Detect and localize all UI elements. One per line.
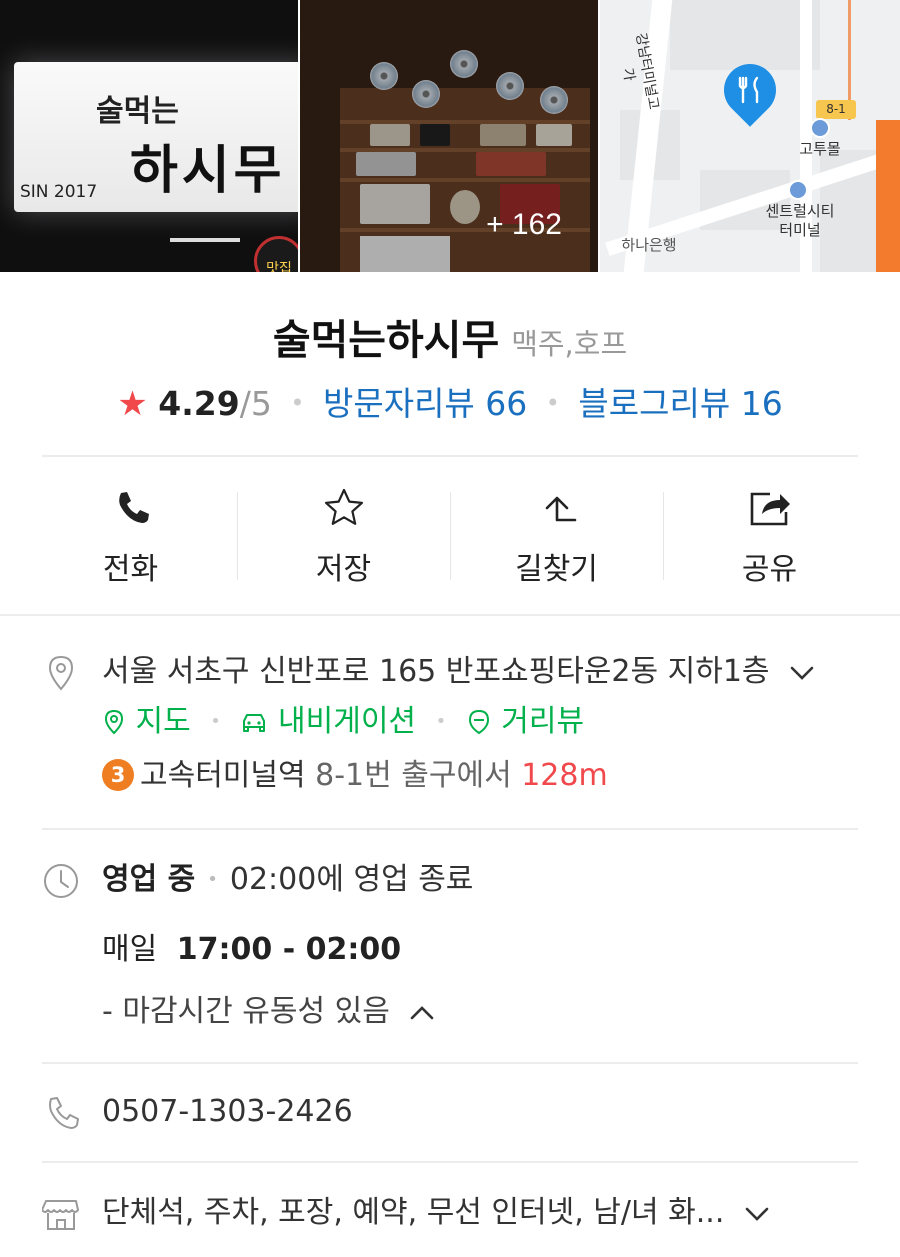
map-pin-small-icon (104, 709, 124, 735)
storefront-photo[interactable]: 술먹는 하시무 SIN 2017 맛집 (0, 0, 298, 272)
interior-photo[interactable]: + 162 (300, 0, 598, 272)
rating-score: 4.29 (158, 384, 240, 423)
map-mall-label: 고투몰 (799, 140, 841, 158)
street-view-link-label: 거리뷰 (501, 704, 585, 739)
map-terminal-label: 센트럴시티 터미널 (765, 202, 835, 239)
divider (0, 614, 900, 616)
map-exit-label: 8-1 (816, 100, 856, 119)
hours-section: 영업 중 • 02:00에 영업 종료 매일 17:00 - 02:00 - 마감시… (42, 860, 858, 1040)
sign-board: 술먹는 하시무 SIN 2017 (14, 62, 298, 212)
clock-icon (44, 864, 78, 898)
address-line[interactable]: 서울 서초구 신반포로 165 반포쇼핑타운2동 지하1층 (102, 652, 858, 692)
map-link[interactable]: 지도 (102, 704, 200, 739)
hours-note: - 마감시간 유동성 있음 (102, 994, 390, 1029)
divider (42, 1161, 858, 1163)
map-thumbnail[interactable]: 강남터미널고가 8-1 고투몰 센트럴시티 터미널 하나은행 (600, 0, 900, 272)
map-links-line: 지도 • 내비게이션 • 거리뷰 (102, 702, 858, 742)
save-button[interactable]: 저장 (237, 458, 450, 614)
visitor-reviews-link[interactable]: 방문자리뷰 66 (323, 384, 527, 423)
place-name: 술먹는하시무 (272, 316, 500, 364)
phone-outline-icon (49, 1097, 79, 1129)
chevron-up-icon[interactable] (409, 1004, 435, 1022)
hours-schedule-line: 매일 17:00 - 02:00 (102, 930, 858, 970)
navigation-link-label: 내비게이션 (278, 704, 417, 739)
mall-icon (810, 118, 830, 138)
sign-year-text: SIN 2017 (20, 182, 98, 202)
place-category: 맥주,호프 (511, 327, 628, 361)
call-label: 전화 (102, 552, 159, 587)
rating-max: /5 (239, 384, 272, 423)
share-label: 공유 (741, 552, 798, 587)
map-link-label: 지도 (135, 704, 191, 739)
photo-strip: 술먹는 하시무 SIN 2017 맛집 + 162 강남터미널고가 8-1 고투… (0, 0, 900, 272)
separator-dot: • (210, 711, 221, 732)
subway-exit: 8-1번 출구에서 (305, 758, 522, 793)
sign-badge: 맛집 (254, 236, 298, 272)
subway-distance: 128m (521, 758, 608, 793)
amenities-section[interactable]: 단체석, 주차, 포장, 예약, 무선 인터넷, 남/녀 화... (42, 1193, 858, 1237)
more-photos-count[interactable]: + 162 (486, 208, 562, 242)
rating-star-icon: ★ (117, 384, 148, 424)
call-button[interactable]: 전화 (24, 458, 237, 614)
address-section: 서울 서초구 신반포로 165 반포쇼핑타운2동 지하1층 지도 • 내비게이션 (42, 652, 858, 802)
blog-reviews-link[interactable]: 블로그리뷰 16 (578, 384, 782, 423)
chevron-down-icon[interactable] (744, 1205, 770, 1223)
title-row: 술먹는하시무 맥주,호프 (0, 306, 900, 366)
directions-icon (545, 496, 576, 522)
separator-dot: • (545, 389, 560, 417)
ceiling-light (170, 238, 240, 242)
share-icon (750, 492, 790, 526)
terminal-icon (788, 180, 808, 200)
amenities-line[interactable]: 단체석, 주차, 포장, 예약, 무선 인터넷, 남/녀 화... (102, 1193, 858, 1233)
sign-main-text: 하시무 (130, 140, 286, 201)
map-bank-label: 하나은행 (621, 236, 677, 254)
amenities-text: 단체석, 주차, 포장, 예약, 무선 인터넷, 남/녀 화... (102, 1195, 725, 1230)
subway-line-info: 3 고속터미널역 8-1번 출구에서 128m (102, 756, 858, 796)
street-view-icon (468, 709, 489, 735)
phone-icon (118, 492, 149, 523)
street-view-link[interactable]: 거리뷰 (466, 704, 584, 739)
closing-time: 02:00에 영업 종료 (229, 862, 474, 897)
phone-number[interactable]: 0507-1303-2426 (102, 1092, 858, 1132)
directions-button[interactable]: 길찾기 (450, 458, 663, 614)
divider (42, 1062, 858, 1064)
save-label: 저장 (315, 552, 372, 587)
rating-row: ★ 4.29/5 • 방문자리뷰 66 • 블로그리뷰 16 (0, 377, 900, 425)
schedule-days: 매일 (102, 932, 158, 967)
phone-section[interactable]: 0507-1303-2426 (42, 1092, 858, 1136)
hours-status-line: 영업 중 • 02:00에 영업 종료 (102, 860, 858, 900)
hours-note-line[interactable]: - 마감시간 유동성 있음 (102, 992, 858, 1032)
restaurant-icon (738, 76, 759, 104)
action-bar: 전화 저장 길찾기 공유 (0, 458, 900, 614)
navigation-link[interactable]: 내비게이션 (240, 704, 425, 739)
open-status: 영업 중 (102, 862, 196, 897)
car-icon (243, 714, 266, 732)
schedule-time: 17:00 - 02:00 (176, 932, 402, 967)
separator-dot: • (290, 389, 305, 417)
separator-dot: • (207, 869, 218, 890)
sign-top-text: 술먹는 (96, 94, 179, 129)
divider (42, 455, 858, 457)
subway-line (876, 120, 900, 272)
star-icon (324, 488, 363, 525)
location-pin-icon (48, 655, 74, 691)
share-button[interactable]: 공유 (663, 458, 876, 614)
chevron-down-icon[interactable] (789, 664, 815, 682)
separator-dot: • (435, 711, 447, 732)
subway-line-badge: 3 (102, 759, 134, 791)
directions-label: 길찾기 (515, 552, 598, 587)
subway-station: 고속터미널역 (140, 758, 306, 793)
store-icon (42, 1200, 79, 1230)
map-block (670, 0, 820, 70)
address-text: 서울 서초구 신반포로 165 반포쇼핑타운2동 지하1층 (102, 654, 770, 689)
divider (42, 828, 858, 830)
